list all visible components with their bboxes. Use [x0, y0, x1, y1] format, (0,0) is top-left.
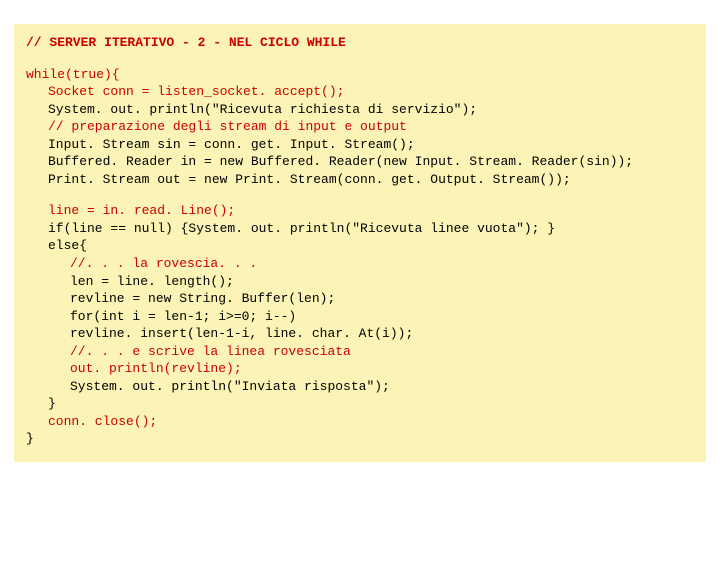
code-line: Socket conn = listen_socket. accept(); — [26, 83, 694, 101]
code-line: while(true){ — [26, 66, 694, 84]
code-line-header: // SERVER ITERATIVO - 2 - NEL CICLO WHIL… — [26, 34, 694, 52]
code-line: else{ — [26, 237, 694, 255]
code-line: } — [26, 430, 694, 448]
code-line: line = in. read. Line(); — [26, 202, 694, 220]
blank-line — [26, 188, 694, 202]
code-line: } — [26, 395, 694, 413]
code-line: conn. close(); — [26, 413, 694, 431]
code-line: for(int i = len-1; i>=0; i--) — [26, 308, 694, 326]
code-line: len = line. length(); — [26, 273, 694, 291]
code-line: revline = new String. Buffer(len); — [26, 290, 694, 308]
code-line: Input. Stream sin = conn. get. Input. St… — [26, 136, 694, 154]
code-line: Print. Stream out = new Print. Stream(co… — [26, 171, 694, 189]
code-line: if(line == null) {System. out. println("… — [26, 220, 694, 238]
code-block: // SERVER ITERATIVO - 2 - NEL CICLO WHIL… — [14, 24, 706, 462]
code-line: Buffered. Reader in = new Buffered. Read… — [26, 153, 694, 171]
code-line: //. . . la rovescia. . . — [26, 255, 694, 273]
code-line: // preparazione degli stream di input e … — [26, 118, 694, 136]
code-line: //. . . e scrive la linea rovesciata — [26, 343, 694, 361]
blank-line — [26, 52, 694, 66]
code-line: System. out. println("Ricevuta richiesta… — [26, 101, 694, 119]
code-line: out. println(revline); — [26, 360, 694, 378]
code-line: System. out. println("Inviata risposta")… — [26, 378, 694, 396]
code-line: revline. insert(len-1-i, line. char. At(… — [26, 325, 694, 343]
